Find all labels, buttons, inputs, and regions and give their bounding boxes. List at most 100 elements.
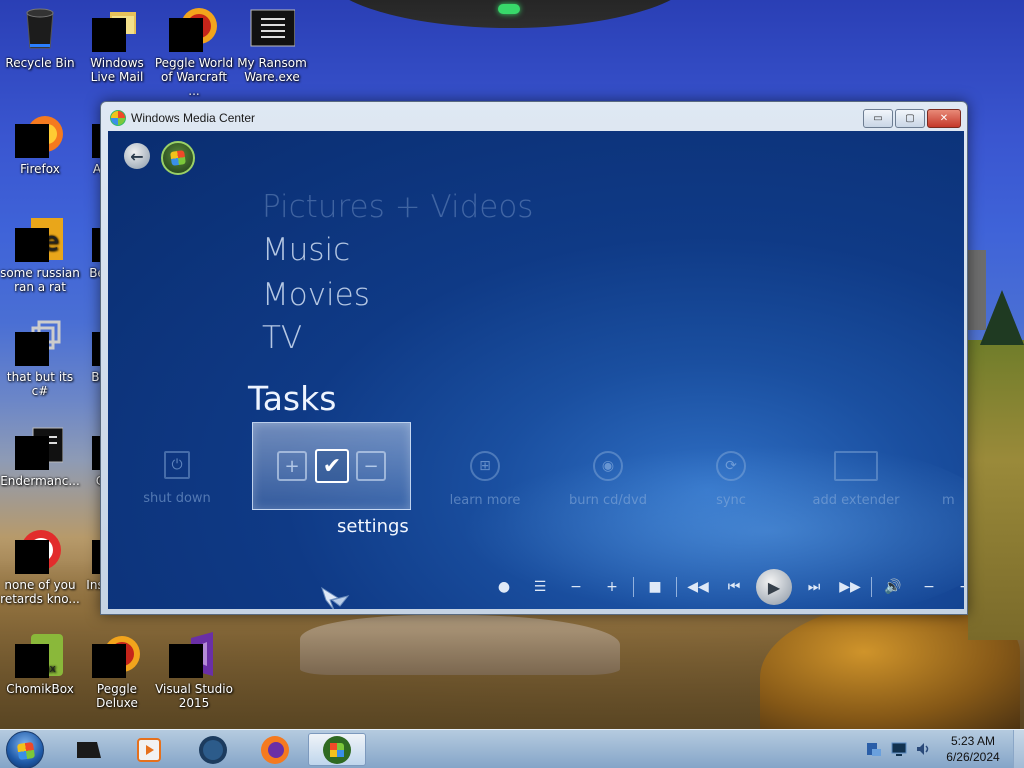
task-label: sync — [716, 493, 746, 508]
monitor-icon — [834, 451, 878, 481]
windows-logo-icon — [170, 150, 186, 166]
media-center-cursor-icon — [321, 586, 350, 609]
show-desktop-button[interactable] — [1013, 730, 1024, 768]
channel-down-button[interactable]: − — [560, 573, 592, 601]
tasks-heading[interactable]: Tasks — [248, 379, 336, 418]
background-tree — [980, 290, 1024, 345]
media-center-logo-icon — [110, 110, 126, 126]
sync-icon: ⟳ — [716, 451, 746, 481]
copy-icon — [15, 320, 63, 366]
rewind-button[interactable]: ◀◀ — [682, 573, 714, 601]
mail-icon — [92, 6, 140, 52]
visual-studio-icon — [169, 632, 217, 678]
console-app-icon — [77, 741, 101, 758]
task-shut-down[interactable]: ⏻ shut down — [117, 451, 237, 506]
window-title: Windows Media Center — [131, 111, 256, 125]
taskbar: 5:23 AM 6/26/2024 — [0, 729, 1024, 768]
desktop-icon-csharp[interactable]: that but its c# — [0, 320, 80, 398]
media-center-content: ← Pictures + Videos Music Movies TV Task… — [108, 131, 964, 609]
channel-up-button[interactable]: + — [596, 573, 628, 601]
taskbar-app-media-player[interactable] — [123, 733, 175, 766]
network-tray-icon[interactable] — [866, 741, 882, 757]
volume-down-button[interactable]: − — [913, 573, 945, 601]
task-label: learn more — [449, 493, 521, 508]
mute-button[interactable]: 🔊 — [877, 573, 909, 601]
desktop-icon-chomikbox[interactable]: ox ChomikBox — [0, 632, 80, 696]
media-center-logo-icon — [323, 735, 351, 764]
previous-button[interactable]: ⏮ — [718, 573, 750, 601]
taskbar-app-media-center[interactable] — [308, 733, 366, 766]
start-button[interactable] — [6, 731, 44, 768]
desktop-icon-none-of-you[interactable]: none of you retards kno... — [0, 528, 80, 606]
menu-item-movies[interactable]: Movies — [262, 277, 370, 313]
peggle-icon — [169, 6, 217, 52]
task-add-extender[interactable]: add extender — [796, 451, 916, 508]
disc-icon: ◉ — [593, 451, 623, 481]
task-label: add extender — [812, 493, 900, 508]
desktop-icon-endermanch[interactable]: Endermanc... — [0, 424, 80, 488]
media-center-start-button[interactable] — [161, 141, 195, 175]
media-center-window[interactable]: Windows Media Center ▭ ▢ ✕ ← Pictures + … — [100, 101, 968, 615]
desktop-icon-recycle-bin[interactable]: Recycle Bin — [0, 6, 80, 70]
stop-button[interactable]: ■ — [639, 573, 671, 601]
menu-item-tv[interactable]: TV — [262, 320, 302, 356]
opera-icon — [15, 528, 63, 574]
display-tray-icon[interactable] — [891, 741, 907, 757]
desktop-icon-ransomware[interactable]: My Ransom Ware.exe — [232, 6, 312, 84]
transport-controls: ● ☰ − + ■ ◀◀ ⏮ ▶ ⏭ ▶▶ 🔊 − + — [486, 569, 964, 605]
power-icon: ⏻ — [164, 451, 190, 479]
volume-tray-icon[interactable] — [915, 741, 931, 757]
checkmark-icon: ✔ — [315, 449, 349, 483]
task-label: m — [942, 493, 955, 508]
task-sync[interactable]: ⟳ sync — [671, 451, 791, 508]
minimize-button[interactable]: ▭ — [863, 109, 893, 128]
play-button[interactable]: ▶ — [756, 569, 792, 605]
taskbar-app-globe[interactable] — [187, 733, 239, 766]
separator — [871, 577, 872, 597]
task-learn-more[interactable]: ⊞ learn more — [425, 451, 545, 508]
taskbar-app-console[interactable] — [63, 733, 115, 766]
next-button[interactable]: ⏭ — [798, 573, 830, 601]
fast-forward-button[interactable]: ▶▶ — [834, 573, 866, 601]
task-settings-tile[interactable]: + ✔ − — [252, 422, 411, 510]
close-button[interactable]: ✕ — [927, 109, 961, 128]
record-button[interactable]: ● — [488, 573, 520, 601]
text-file-icon: e — [15, 216, 63, 262]
task-label: burn cd/dvd — [569, 493, 647, 508]
desktop-icon-peggle-deluxe[interactable]: Peggle Deluxe — [77, 632, 157, 710]
plus-icon: + — [277, 451, 307, 481]
task-label: shut down — [143, 491, 211, 506]
desktop-icon-windows-live-mail[interactable]: Windows Live Mail — [77, 6, 157, 84]
menu-item-pictures-videos[interactable]: Pictures + Videos — [262, 189, 533, 225]
task-partial[interactable]: m — [942, 451, 964, 508]
chomikbox-icon: ox — [15, 632, 63, 678]
guide-button[interactable]: ☰ — [524, 573, 556, 601]
console-app-icon — [249, 6, 296, 52]
recycle-bin-icon — [17, 6, 63, 52]
peggle-icon — [92, 632, 140, 678]
separator — [676, 577, 677, 597]
clock-time: 5:23 AM — [950, 734, 996, 748]
desktop-icon-visual-studio[interactable]: Visual Studio 2015 — [154, 632, 234, 710]
desktop-icon-peggle-wow[interactable]: Peggle World of Warcraft ... — [154, 6, 234, 98]
firefox-icon — [15, 112, 63, 158]
console-app-icon — [15, 424, 64, 470]
taskbar-app-firefox[interactable] — [249, 733, 301, 766]
minus-icon: − — [356, 451, 386, 481]
maximize-button[interactable]: ▢ — [895, 109, 925, 128]
settings-label: settings — [337, 516, 409, 537]
task-burn-cd-dvd[interactable]: ◉ burn cd/dvd — [548, 451, 668, 508]
window-titlebar[interactable]: Windows Media Center ▭ ▢ ✕ — [101, 102, 967, 132]
globe-icon — [199, 735, 227, 764]
menu-item-music[interactable]: Music — [262, 232, 350, 268]
back-arrow-icon: ← — [130, 146, 144, 166]
taskbar-clock[interactable]: 5:23 AM 6/26/2024 — [936, 733, 1010, 765]
separator — [633, 577, 634, 597]
firefox-icon — [261, 735, 289, 764]
media-player-icon — [137, 737, 161, 762]
volume-up-button[interactable]: + — [949, 573, 964, 601]
desktop-icon-russian-rat[interactable]: e some russian ran a rat — [0, 216, 80, 294]
desktop-icon-firefox[interactable]: Firefox — [0, 112, 80, 176]
status-led-icon — [498, 4, 520, 14]
back-button[interactable]: ← — [124, 143, 150, 169]
